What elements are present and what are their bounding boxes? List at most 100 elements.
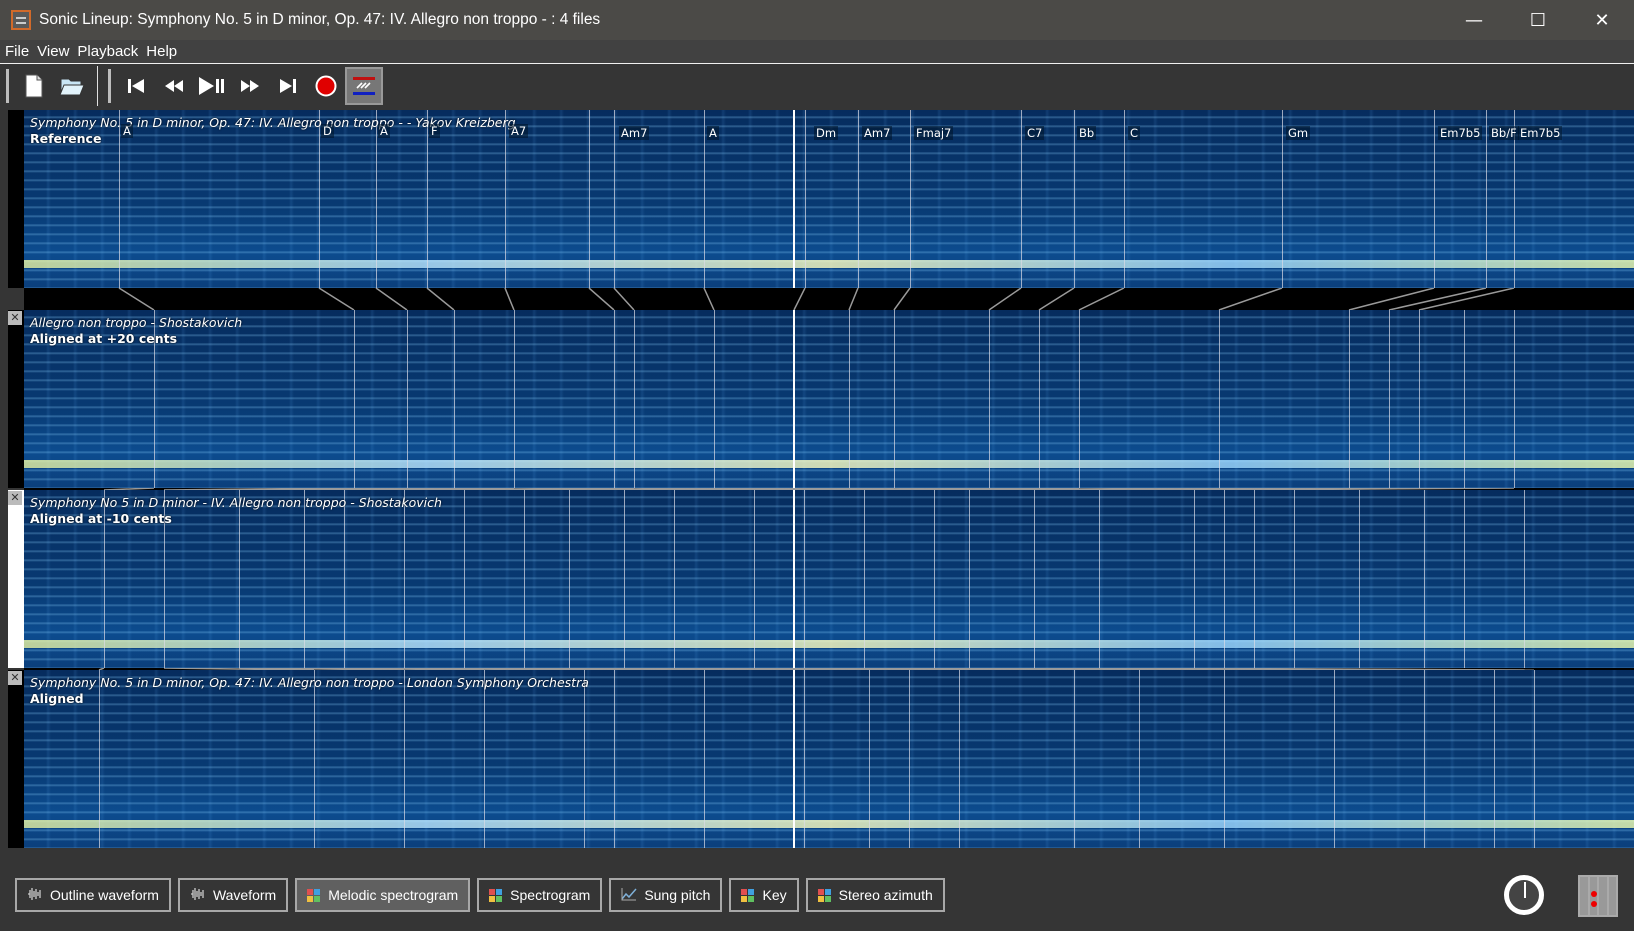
layer-button-spectrogram[interactable]: Spectrogram — [477, 878, 603, 912]
segment-boundary[interactable] — [969, 490, 970, 668]
volume-knob[interactable] — [1504, 875, 1544, 915]
segment-boundary[interactable] — [1349, 310, 1350, 488]
segment-boundary[interactable] — [589, 110, 590, 288]
segment-boundary[interactable] — [404, 670, 405, 848]
rewind-button[interactable] — [155, 67, 193, 105]
spectrogram-pane[interactable]: Symphony No 5 in D minor - IV. Allegro n… — [24, 490, 1634, 668]
close-pane-icon[interactable]: ✕ — [8, 491, 22, 505]
segment-boundary[interactable] — [1224, 490, 1225, 668]
segment-boundary[interactable] — [989, 310, 990, 488]
segment-boundary[interactable] — [894, 310, 895, 488]
toolbar-grip[interactable] — [108, 69, 111, 103]
segment-boundary[interactable] — [1464, 490, 1465, 668]
segment-boundary[interactable] — [869, 670, 870, 848]
segment-boundary[interactable] — [1464, 310, 1465, 488]
close-pane-icon[interactable]: ✕ — [8, 671, 22, 685]
segment-boundary[interactable] — [304, 490, 305, 668]
segment-boundary[interactable] — [804, 490, 805, 668]
segment-boundary[interactable] — [1224, 670, 1225, 848]
segment-boundary[interactable] — [319, 110, 320, 288]
minimize-button[interactable]: — — [1442, 0, 1506, 40]
pane-handle[interactable] — [8, 670, 24, 848]
align-button[interactable] — [345, 67, 383, 105]
segment-boundary[interactable] — [407, 310, 408, 488]
layer-button-melodic-spectrogram[interactable]: Melodic spectrogram — [295, 878, 471, 912]
spectrogram-pane[interactable]: Symphony No. 5 in D minor, Op. 47: IV. A… — [24, 110, 1634, 288]
segment-boundary[interactable] — [714, 310, 715, 488]
segment-boundary[interactable] — [1124, 110, 1125, 288]
segment-boundary[interactable] — [934, 490, 935, 668]
segment-boundary[interactable] — [1039, 310, 1040, 488]
segment-boundary[interactable] — [239, 490, 240, 668]
layer-button-outline-waveform[interactable]: Outline waveform — [15, 878, 171, 912]
maximize-button[interactable]: ☐ — [1506, 0, 1570, 40]
segment-boundary[interactable] — [849, 310, 850, 488]
segment-boundary[interactable] — [804, 670, 805, 848]
segment-boundary[interactable] — [1021, 110, 1022, 288]
close-pane-icon[interactable]: ✕ — [8, 311, 22, 325]
segment-boundary[interactable] — [624, 490, 625, 668]
segment-boundary[interactable] — [464, 490, 465, 668]
segment-boundary[interactable] — [524, 490, 525, 668]
spectrogram-pane[interactable]: Symphony No. 5 in D minor, Op. 47: IV. A… — [24, 670, 1634, 848]
segment-boundary[interactable] — [614, 110, 615, 288]
segment-boundary[interactable] — [704, 110, 705, 288]
fast-forward-button[interactable] — [231, 67, 269, 105]
segment-boundary[interactable] — [1359, 490, 1360, 668]
segment-boundary[interactable] — [910, 110, 911, 288]
segment-boundary[interactable] — [514, 310, 515, 488]
segment-boundary[interactable] — [1334, 670, 1335, 848]
segment-boundary[interactable] — [1079, 310, 1080, 488]
segment-boundary[interactable] — [1034, 490, 1035, 668]
segment-boundary[interactable] — [1424, 670, 1425, 848]
layer-button-sung-pitch[interactable]: Sung pitch — [609, 878, 723, 912]
segment-boundary[interactable] — [354, 310, 355, 488]
layer-button-waveform[interactable]: Waveform — [177, 878, 289, 912]
segment-boundary[interactable] — [1139, 670, 1140, 848]
menu-view[interactable]: View — [32, 43, 72, 60]
segment-boundary[interactable] — [864, 490, 865, 668]
menu-help[interactable]: Help — [141, 43, 180, 60]
segment-boundary[interactable] — [674, 490, 675, 668]
segment-boundary[interactable] — [1389, 310, 1390, 488]
segment-boundary[interactable] — [614, 310, 615, 488]
layer-button-key[interactable]: Key — [729, 878, 799, 912]
pane-handle[interactable] — [8, 110, 24, 288]
segment-boundary[interactable] — [1419, 310, 1420, 488]
segment-boundary[interactable] — [505, 110, 506, 288]
rewind-start-button[interactable] — [117, 67, 155, 105]
spectrogram-pane[interactable]: Allegro non troppo - Shostakovich Aligned… — [24, 310, 1634, 488]
segment-boundary[interactable] — [376, 110, 377, 288]
segment-boundary[interactable] — [858, 110, 859, 288]
playhead[interactable] — [793, 110, 795, 288]
segment-boundary[interactable] — [569, 490, 570, 668]
segment-boundary[interactable] — [704, 670, 705, 848]
menu-file[interactable]: File — [0, 43, 32, 60]
segment-boundary[interactable] — [1524, 490, 1525, 668]
playhead[interactable] — [793, 310, 795, 488]
play-pause-button[interactable] — [193, 67, 231, 105]
segment-boundary[interactable] — [99, 670, 100, 848]
segment-boundary[interactable] — [1494, 670, 1495, 848]
pane-handle[interactable] — [8, 310, 24, 488]
record-button[interactable] — [307, 67, 345, 105]
segment-boundary[interactable] — [614, 670, 615, 848]
close-button[interactable]: ✕ — [1570, 0, 1634, 40]
segment-boundary[interactable] — [344, 490, 345, 668]
segment-boundary[interactable] — [1294, 490, 1295, 668]
segment-boundary[interactable] — [454, 310, 455, 488]
segment-boundary[interactable] — [484, 670, 485, 848]
segment-boundary[interactable] — [1194, 490, 1195, 668]
segment-boundary[interactable] — [1074, 110, 1075, 288]
segment-boundary[interactable] — [1486, 110, 1487, 288]
segment-boundary[interactable] — [1219, 310, 1220, 488]
pane-handle[interactable] — [8, 490, 24, 668]
menu-playback[interactable]: Playback — [72, 43, 141, 60]
toolbar-grip[interactable] — [6, 69, 9, 103]
segment-boundary[interactable] — [119, 110, 120, 288]
playhead[interactable] — [793, 490, 795, 668]
segment-boundary[interactable] — [1254, 490, 1255, 668]
segment-boundary[interactable] — [1282, 110, 1283, 288]
segment-boundary[interactable] — [805, 110, 806, 288]
segment-boundary[interactable] — [1434, 110, 1435, 288]
